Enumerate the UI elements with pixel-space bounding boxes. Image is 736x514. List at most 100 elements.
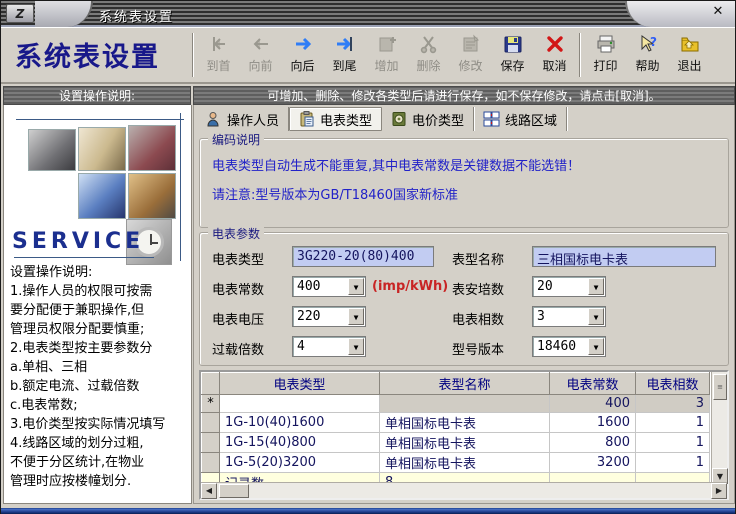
cell-phases[interactable]: 3: [635, 394, 710, 413]
overload-select[interactable]: 4 ▼: [292, 336, 366, 357]
cell-name[interactable]: 单相国标电卡表: [379, 432, 550, 453]
collage-crop-line: [16, 119, 184, 120]
save-button[interactable]: 保存: [492, 31, 533, 79]
cancel-button[interactable]: 取消: [534, 31, 575, 79]
voltage-label: 电表电压: [212, 313, 265, 328]
service-collage-image: SERVICE: [4, 111, 191, 265]
voltage-select[interactable]: 220 ▼: [292, 306, 366, 327]
params-box-title: 电表参数: [208, 225, 265, 242]
cell-constant[interactable]: 400: [549, 394, 636, 413]
grid-table: 电表类型 表型名称 电表常数 电表相数 * 400 3 1G-10(40)160…: [201, 372, 710, 493]
delete-button[interactable]: 删除: [408, 31, 449, 79]
col-header-type[interactable]: 电表类型: [219, 372, 380, 395]
table-row[interactable]: 1G-10(40)1600 单相国标电卡表 1600 1: [201, 412, 710, 433]
vscroll-thumb[interactable]: ≡: [713, 374, 727, 400]
cell-type[interactable]: 1G-10(40)1600: [219, 412, 380, 433]
scroll-left-icon[interactable]: ◀: [201, 482, 217, 499]
tab-price-types[interactable]: 电价类型: [382, 107, 475, 131]
constant-unit-label: (imp/kWh): [372, 279, 449, 294]
cell-name[interactable]: [379, 394, 550, 413]
left-instructions-panel: SERVICE 设置操作说明: 1.操作人员的权限可按需 要分配便于兼职操作,但…: [3, 105, 192, 504]
cell-type[interactable]: [219, 394, 380, 413]
tab-operators[interactable]: 操作人员: [197, 107, 290, 131]
print-button[interactable]: 打印: [585, 31, 626, 79]
operation-instructions-text: 设置操作说明: 1.操作人员的权限可按需 要分配便于兼职操作,但 管理员权限分配…: [10, 265, 166, 489]
cell-phases[interactable]: 1: [635, 432, 710, 453]
photo-tile-ledger: [128, 173, 176, 219]
chevron-down-icon[interactable]: ▼: [588, 338, 604, 355]
tab-strip: 操作人员 电表类型 电价类型 线路区域: [197, 106, 568, 132]
chevron-down-icon[interactable]: ▼: [348, 308, 364, 325]
grid-header-row: 电表类型 表型名称 电表常数 电表相数: [201, 372, 710, 395]
next-icon: [292, 31, 314, 57]
add-button[interactable]: 增加: [366, 31, 407, 79]
area-boxes-icon: [483, 111, 500, 127]
hint-message-bar: 可增加、删除、修改各类型后请进行保存，如不保存修改，请点击[取消]。: [193, 86, 735, 105]
table-row[interactable]: 1G-5(20)3200 单相国标电卡表 3200 1: [201, 452, 710, 473]
col-header-name[interactable]: 表型名称: [379, 372, 550, 395]
exit-button[interactable]: 退出: [669, 31, 710, 79]
window-bottom-frame: [1, 508, 735, 514]
edit-note-icon: [460, 31, 482, 57]
cell-constant[interactable]: 1600: [549, 412, 636, 433]
meter-type-label: 电表类型: [212, 253, 265, 268]
cell-constant[interactable]: 3200: [549, 452, 636, 473]
floppy-disk-icon: [502, 31, 524, 57]
next-button[interactable]: 向后: [282, 31, 323, 79]
tab-meter-types[interactable]: 电表类型: [289, 107, 383, 131]
scissors-icon: [418, 31, 440, 57]
prev-button[interactable]: 向前: [240, 31, 281, 79]
left-panel-header: 设置操作说明:: [3, 86, 191, 105]
cell-name[interactable]: 单相国标电卡表: [379, 452, 550, 473]
row-selector-header: [201, 372, 220, 395]
chevron-down-icon[interactable]: ▼: [588, 308, 604, 325]
table-row[interactable]: 1G-15(40)800 单相国标电卡表 800 1: [201, 432, 710, 453]
cell-phases[interactable]: 1: [635, 452, 710, 473]
help-button[interactable]: ? 帮助: [627, 31, 668, 79]
coding-box-title: 编码说明: [208, 131, 265, 148]
col-header-constant[interactable]: 电表常数: [549, 372, 636, 395]
chevron-down-icon[interactable]: ▼: [348, 338, 364, 355]
title-bar[interactable]: Z 系统表设置 ✕: [1, 1, 735, 27]
vertical-scrollbar[interactable]: ≡ ▼: [711, 372, 728, 484]
app-logo-icon: Z: [6, 4, 34, 23]
row-marker: [201, 452, 220, 473]
model-name-field[interactable]: 三相国标电卡表: [532, 246, 716, 268]
meter-constant-select[interactable]: 400 ▼: [292, 276, 366, 297]
coding-note-1: 电表类型自动生成不能重复,其中电表常数是关键数据不能选错！: [212, 159, 581, 174]
last-button[interactable]: 到尾: [324, 31, 365, 79]
modify-button[interactable]: 修改: [450, 31, 491, 79]
collage-crop-line: [180, 113, 181, 261]
meter-type-field[interactable]: 3G220-20(80)400: [292, 246, 434, 267]
cell-type[interactable]: 1G-5(20)3200: [219, 452, 380, 473]
col-header-phases[interactable]: 电表相数: [635, 372, 710, 395]
chevron-down-icon[interactable]: ▼: [348, 278, 364, 295]
add-record-icon: [376, 31, 398, 57]
page-title: 系统表设置: [15, 42, 160, 73]
tab-line-areas[interactable]: 线路区域: [474, 107, 568, 131]
phases-select[interactable]: 3 ▼: [532, 306, 606, 327]
exit-folder-icon: [679, 31, 701, 57]
meter-constant-label: 电表常数: [212, 283, 265, 298]
hscroll-thumb[interactable]: [219, 483, 249, 498]
photo-tile-keyboard: [78, 173, 126, 219]
model-version-label: 型号版本: [452, 343, 505, 358]
cell-name[interactable]: 单相国标电卡表: [379, 412, 550, 433]
photo-tile-tools: [28, 129, 76, 171]
cell-constant[interactable]: 800: [549, 432, 636, 453]
red-x-icon: [544, 31, 566, 57]
amperage-select[interactable]: 20 ▼: [532, 276, 606, 297]
model-name-label: 表型名称: [452, 253, 505, 268]
service-label: SERVICE: [12, 229, 145, 254]
help-cursor-icon: ?: [637, 31, 659, 57]
cell-phases[interactable]: 1: [635, 412, 710, 433]
horizontal-scrollbar[interactable]: ◀ ▶: [201, 482, 727, 499]
close-icon[interactable]: ✕: [709, 4, 727, 20]
scroll-right-icon[interactable]: ▶: [711, 482, 727, 499]
toolbar: 系统表设置 到首 向前 向后 到尾 增加 删除 修改 保存 取消 打印 ? 帮助…: [1, 27, 735, 84]
table-row-current[interactable]: * 400 3: [201, 394, 710, 413]
chevron-down-icon[interactable]: ▼: [588, 278, 604, 295]
model-version-select[interactable]: 18460 ▼: [532, 336, 606, 357]
first-button[interactable]: 到首: [198, 31, 239, 79]
cell-type[interactable]: 1G-15(40)800: [219, 432, 380, 453]
